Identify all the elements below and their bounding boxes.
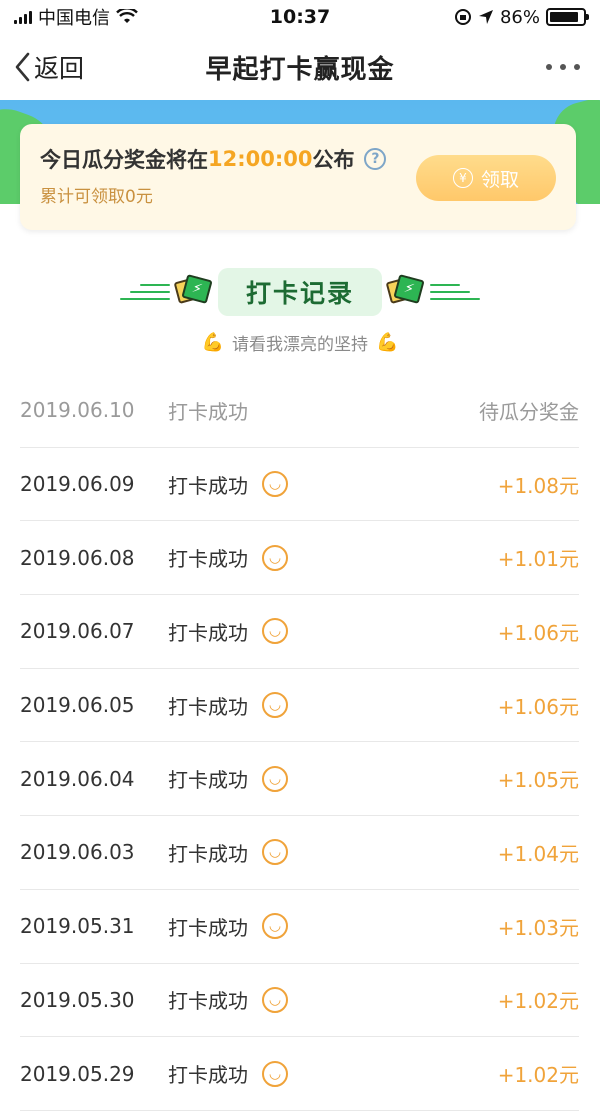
more-button[interactable]	[546, 34, 580, 100]
record-amount: +1.08元	[497, 473, 579, 498]
list-item: 2019.06.03 打卡成功 ◡ +1.04元	[20, 816, 579, 890]
back-label: 返回	[34, 54, 85, 83]
grin-face-icon: ◡	[262, 692, 288, 719]
page-title: 早起打卡赢现金	[205, 54, 395, 85]
record-status: 打卡成功	[168, 620, 248, 645]
grin-face-icon: ◡	[262, 471, 288, 498]
section-subtitle: 请看我漂亮的坚持	[232, 335, 368, 355]
checkin-records-header: ⚡ 打卡记录 ⚡	[0, 262, 600, 322]
speed-lines-right-icon	[430, 284, 480, 300]
announcement-time: 12:00:00	[208, 147, 313, 171]
bonus-notice-card: 今日瓜分奖金将在 12:00:00 公布 ? 累计可领取0元 ¥ 领取	[20, 124, 576, 230]
list-item: 2019.06.07 打卡成功 ◡ +1.06元	[20, 595, 579, 669]
section-subtitle-row: 💪 请看我漂亮的坚持 💪	[0, 330, 600, 355]
record-date: 2019.06.03	[20, 840, 135, 865]
record-date: 2019.06.09	[20, 472, 135, 497]
grin-face-icon: ◡	[262, 986, 288, 1013]
status-right: 86%	[454, 6, 589, 28]
record-amount: +1.02元	[497, 1063, 579, 1088]
help-icon[interactable]: ?	[364, 148, 387, 170]
checkin-record-list: 2019.06.10 打卡成功 待瓜分奖金 2019.06.09 打卡成功 ◡ +1.08元…	[20, 374, 579, 1111]
grin-face-icon: ◡	[262, 618, 288, 645]
battery-percent: 86%	[499, 6, 540, 28]
list-item: 2019.05.30 打卡成功 ◡ +1.02元	[20, 964, 579, 1038]
signal-icon	[14, 10, 32, 24]
list-item: 2019.06.08 打卡成功 ◡ +1.01元	[20, 521, 579, 596]
record-amount: +1.06元	[497, 620, 579, 645]
orientation-lock-icon	[454, 9, 471, 25]
record-amount: +1.06元	[497, 694, 579, 719]
record-status: 打卡成功	[168, 1063, 248, 1088]
grin-face-icon: ◡	[262, 913, 288, 940]
record-amount: 待瓜分奖金	[479, 399, 579, 424]
nav-bar: 返回 早起打卡赢现金	[0, 34, 600, 100]
record-status: 打卡成功	[168, 547, 248, 572]
record-amount: +1.04元	[497, 841, 579, 866]
list-item: 2019.06.09 打卡成功 ◡ +1.08元	[20, 448, 579, 522]
cash-card-icon: ⚡	[385, 274, 426, 309]
announcement-suffix: 公布	[312, 148, 355, 172]
more-dot-icon	[574, 64, 580, 70]
grin-face-icon: ◡	[262, 544, 288, 571]
location-icon	[478, 10, 493, 24]
record-date: 2019.06.04	[20, 766, 135, 791]
grin-face-icon: ◡	[262, 765, 288, 792]
cash-card-icon: ⚡	[173, 274, 214, 309]
list-item: 2019.06.04 打卡成功 ◡ +1.05元	[20, 742, 579, 817]
record-status: 打卡成功	[168, 989, 248, 1014]
wifi-icon	[116, 9, 138, 23]
status-bar: 中国电信 10:37 86%	[0, 0, 600, 34]
record-status: 打卡成功	[168, 841, 248, 866]
record-date: 2019.06.08	[20, 545, 135, 570]
yuan-icon: ¥	[452, 168, 473, 188]
record-date: 2019.06.05	[20, 693, 135, 718]
more-dot-icon	[560, 64, 566, 70]
status-left: 中国电信	[14, 4, 138, 30]
back-button[interactable]: 返回	[14, 34, 84, 100]
list-item: 2019.06.10 打卡成功 待瓜分奖金	[20, 374, 579, 448]
record-date: 2019.05.30	[20, 987, 135, 1012]
record-date: 2019.05.29	[20, 1061, 135, 1086]
record-amount: +1.01元	[497, 547, 579, 572]
claim-label: 领取	[480, 168, 519, 191]
record-date: 2019.06.07	[20, 619, 135, 644]
record-date: 2019.06.10	[20, 398, 135, 423]
record-amount: +1.02元	[497, 989, 579, 1014]
bonus-announcement: 今日瓜分奖金将在 12:00:00 公布 ?	[40, 144, 387, 174]
claimable-total: 累计可领取0元	[40, 187, 153, 207]
list-item: 2019.05.29 打卡成功 ◡ +1.02元	[20, 1037, 579, 1111]
flexed-arm-icon: 💪	[201, 332, 224, 353]
list-item: 2019.06.05 打卡成功 ◡ +1.06元	[20, 669, 579, 743]
claim-button[interactable]: ¥ 领取	[416, 155, 556, 201]
carrier-label: 中国电信	[38, 8, 110, 29]
record-status: 打卡成功	[168, 399, 248, 424]
grin-face-icon: ◡	[262, 839, 288, 866]
battery-icon	[546, 8, 589, 26]
record-status: 打卡成功	[168, 915, 248, 940]
record-status: 打卡成功	[168, 473, 248, 498]
grin-face-icon: ◡	[262, 1060, 288, 1087]
flexed-arm-icon: 💪	[376, 332, 399, 353]
record-status: 打卡成功	[168, 768, 248, 793]
speed-lines-left-icon	[119, 284, 170, 300]
status-time: 10:37	[269, 6, 331, 28]
record-amount: +1.03元	[497, 915, 579, 940]
list-item: 2019.05.31 打卡成功 ◡ +1.03元	[20, 890, 579, 964]
more-dot-icon	[546, 64, 552, 70]
section-title: 打卡记录	[217, 268, 382, 316]
record-date: 2019.05.31	[20, 914, 135, 939]
chevron-left-icon	[15, 52, 30, 82]
record-amount: +1.05元	[497, 768, 579, 793]
record-status: 打卡成功	[168, 694, 248, 719]
announcement-prefix: 今日瓜分奖金将在	[40, 148, 208, 172]
